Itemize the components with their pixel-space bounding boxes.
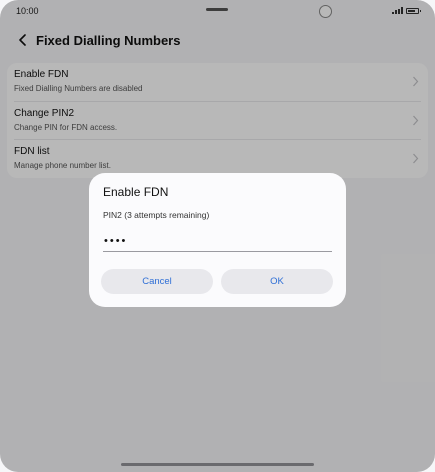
pin2-input[interactable]: •••• [103, 231, 332, 252]
pin2-input-value: •••• [104, 235, 128, 247]
phone-screen: 10:00 Fixed Dialling Numbers Enable FDN … [0, 0, 435, 472]
dialog-prompt: PIN2 (3 attempts remaining) [103, 210, 210, 220]
home-indicator[interactable] [121, 463, 314, 466]
cancel-button[interactable]: Cancel [101, 269, 213, 294]
ok-button[interactable]: OK [221, 269, 333, 294]
enable-fdn-dialog: Enable FDN PIN2 (3 attempts remaining) •… [89, 173, 346, 307]
dialog-title: Enable FDN [103, 185, 169, 199]
